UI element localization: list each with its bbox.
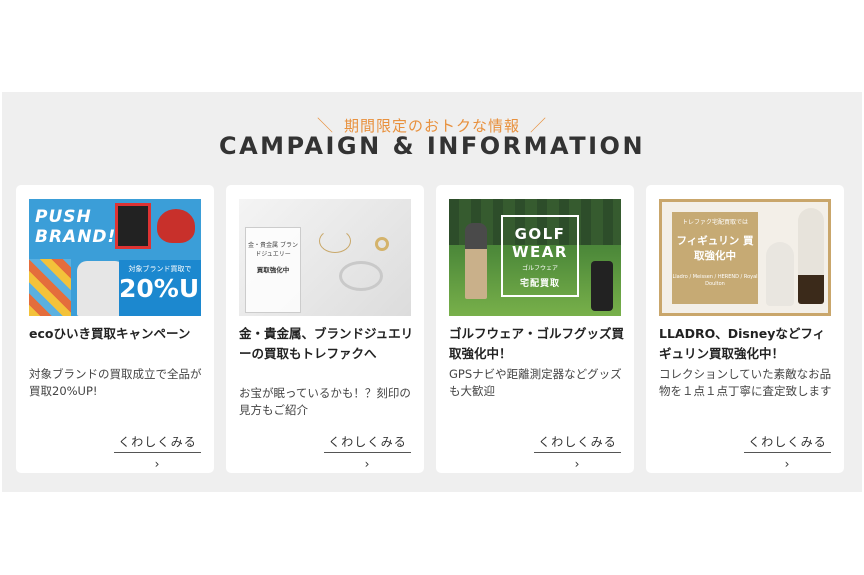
sign-main-text: フィギュリン 買取強化中 [676,235,754,262]
sweatshirt-image [77,261,125,316]
card-title[interactable]: 金・貴金属、ブランドジュエリーの買取もトレファクへ [239,324,415,364]
golfer-image [465,223,487,299]
sign-line2: 買取強化中 [256,266,290,274]
jewelry-sign: 金・貴金属 ブランドジュエリー 買取強化中 [245,227,301,313]
ring-image [375,237,389,251]
card-thumbnail[interactable]: 金・貴金属 ブランドジュエリー 買取強化中 [239,199,411,316]
card-thumbnail[interactable]: PUSH BRAND! 対象ブランド買取で 20%UP [29,199,201,316]
figurine-image [798,208,824,304]
more-link[interactable]: くわしくみる › [534,431,621,471]
more-link[interactable]: くわしくみる › [114,431,201,471]
kettle-image [157,209,195,243]
campaign-section: ＼ 期間限定のおトクな情報／ CAMPAIGN & INFORMATION PUS… [2,92,862,492]
campaign-card-eco[interactable]: PUSH BRAND! 対象ブランド買取で 20%UP ecoひいき買取キャンペ… [16,185,214,473]
golf-wear-sign: GOLF WEAR ゴルフウェア 宅配買取 [501,215,579,297]
wear-text: WEAR [512,243,568,261]
figurine-sign: トレファク宅配買取では フィギュリン 買取強化中 Lladro / Meisse… [672,212,758,304]
golf-bag-image [591,261,613,311]
card-description: 対象ブランドの買取成立で全品が買取20%UP! [29,367,202,398]
sign-brands-text: Lladro / Meissen / HEREND / Royal Doulto… [672,274,758,287]
card-description: コレクションしていた素敵なお品物を１点１点丁寧に査定致します [659,367,832,398]
card-thumbnail[interactable]: GOLF WEAR ゴルフウェア 宅配買取 [449,199,621,316]
sign-line1: 金・貴金属 ブランドジュエリー [248,242,298,258]
more-link[interactable]: くわしくみる › [324,431,411,471]
card-title[interactable]: LLADRO、Disneyなどフィギュリン買取強化中！ [659,324,835,364]
badge-percent-text: 20%UP [119,274,201,303]
more-link[interactable]: くわしくみる › [744,431,831,471]
card-title[interactable]: ecoひいき買取キャンペーン [29,324,205,344]
golf-text: GOLF [514,225,566,243]
badge-small-text: 対象ブランド買取で [128,265,192,273]
necklace-image [319,229,351,253]
golf-jp-text: ゴルフウェア [521,265,558,272]
card-title[interactable]: ゴルフウェア・ゴルフグッズ買取強化中！ [449,324,625,364]
card-description: お宝が眠っているかも！？刻印の見方もご紹介 [239,386,411,417]
figurine-image [766,242,794,306]
campaign-card-list: PUSH BRAND! 対象ブランド買取で 20%UP ecoひいき買取キャンペ… [16,185,848,473]
campaign-card-jewelry[interactable]: 金・貴金属 ブランドジュエリー 買取強化中 金・貴金属、ブランドジュエリーの買取… [226,185,424,473]
bangle-image [339,261,383,291]
push-brand-text: PUSH BRAND! [35,207,117,247]
section-title: CAMPAIGN & INFORMATION [218,132,646,160]
campaign-card-golf[interactable]: GOLF WEAR ゴルフウェア 宅配買取 ゴルフウェア・ゴルフグッズ買取強化中… [436,185,634,473]
card-description: GPSナビや距離測定器などグッズも大歓迎 [449,367,622,398]
trading-cards-image [29,259,71,316]
card-thumbnail[interactable]: トレファク宅配買取では フィギュリン 買取強化中 Lladro / Meisse… [659,199,831,316]
discount-badge: 対象ブランド買取で 20%UP [119,260,201,316]
sign-top-text: トレファク宅配買取では [681,219,748,226]
delivery-text: 宅配買取 [519,279,560,289]
campaign-card-figurine[interactable]: トレファク宅配買取では フィギュリン 買取強化中 Lladro / Meisse… [646,185,844,473]
game-console-image [115,203,151,249]
